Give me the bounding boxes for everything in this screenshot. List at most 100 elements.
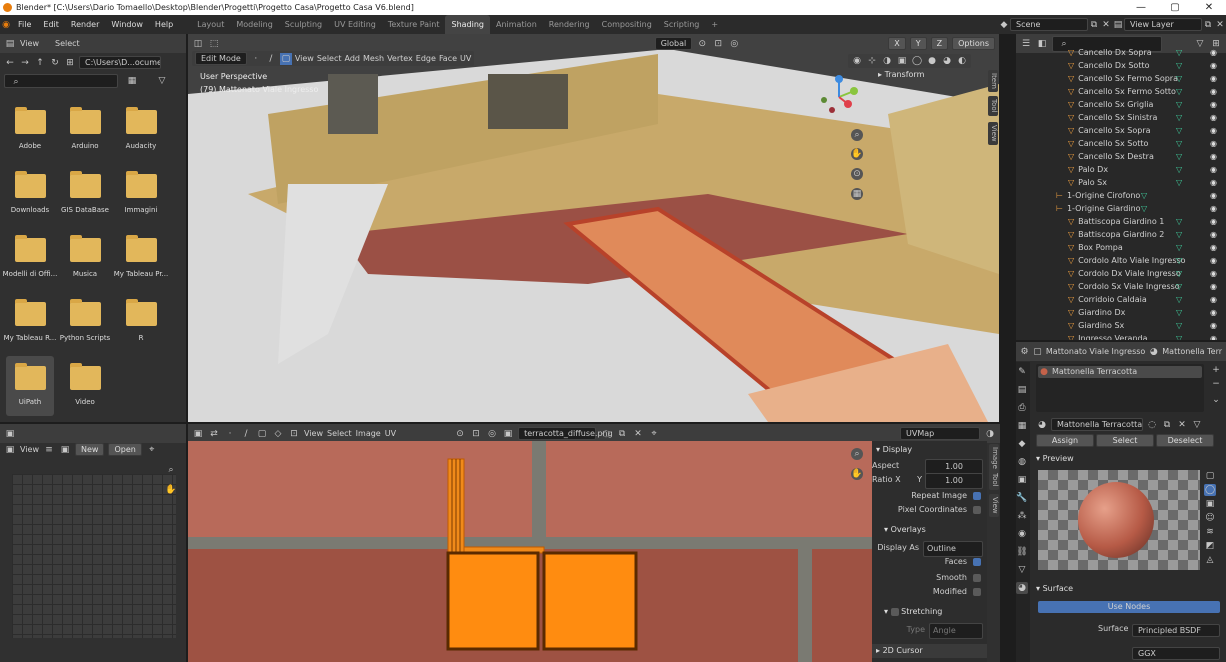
visibility-eye-icon[interactable]: ◉ <box>1210 306 1217 319</box>
open-image-button[interactable]: Open <box>108 443 142 456</box>
surface-panel-header[interactable]: ▾ Surface <box>1036 584 1073 593</box>
mesh-data-icon[interactable]: ▽ <box>1176 280 1182 293</box>
vp-menu-face[interactable]: Face <box>439 54 457 63</box>
visibility-eye-icon[interactable]: ◉ <box>1210 267 1217 280</box>
scene-selector[interactable]: Scene <box>1010 18 1088 31</box>
uv-island-mode-icon[interactable]: ◇ <box>272 428 284 440</box>
folder-python-scripts[interactable]: Python Scripts <box>55 299 115 342</box>
vp-menu-add[interactable]: Add <box>345 54 361 63</box>
rendered-shading-icon[interactable]: ◐ <box>956 55 968 67</box>
material-slot-row[interactable]: ● Mattonella Terracotta <box>1038 366 1202 378</box>
uv-snap-icon[interactable]: ⊡ <box>470 428 482 440</box>
stretch-type-dropdown[interactable]: Angle <box>929 623 983 639</box>
folder-downloads[interactable]: Downloads <box>0 171 60 214</box>
mode-selector[interactable]: Edit Mode <box>195 52 247 65</box>
data-tab-icon[interactable]: ▽ <box>1016 564 1028 576</box>
particles-tab-icon[interactable]: ⁂ <box>1016 510 1028 522</box>
tab-layout[interactable]: Layout <box>191 15 230 34</box>
outliner-item[interactable]: ▽ Cordolo Alto Viale Ingresso ▽ ◉ <box>1016 254 1226 267</box>
outliner-item[interactable]: ▽ Cancello Sx Fermo Sotto ▽ ◉ <box>1016 85 1226 98</box>
sync-selection-icon[interactable]: ⇄ <box>208 428 220 440</box>
tab-shading[interactable]: Shading <box>445 15 490 34</box>
overlay-icon[interactable]: ◑ <box>881 55 893 67</box>
preview-monkey-icon[interactable]: ☺ <box>1204 512 1216 524</box>
slot-specials-icon[interactable]: ⌄ <box>1210 394 1222 406</box>
visibility-eye-icon[interactable]: ◉ <box>1210 215 1217 228</box>
outliner-item[interactable]: ▽ Cancello Dx Sopra ▽ ◉ <box>1016 46 1226 59</box>
mesh-data-icon[interactable]: ▽ <box>1176 176 1182 189</box>
outliner-item[interactable]: ▽ Cancello Sx Fermo Sopra ▽ ◉ <box>1016 72 1226 85</box>
pin-icon[interactable]: ⌖ <box>146 444 158 456</box>
visibility-eye-icon[interactable]: ◉ <box>1210 241 1217 254</box>
outliner-item[interactable]: ▽ Box Pompa ▽ ◉ <box>1016 241 1226 254</box>
modifier-tab-icon[interactable]: 🔧 <box>1016 492 1028 504</box>
material-close-icon[interactable]: ✕ <box>1176 419 1188 431</box>
repeat-image-row[interactable]: Repeat Image <box>872 489 987 503</box>
vp-menu-mesh[interactable]: Mesh <box>363 54 384 63</box>
visibility-eye-icon[interactable]: ◉ <box>1210 137 1217 150</box>
stretching-panel-header[interactable]: ▾ Stretching <box>872 605 987 619</box>
xyz-y[interactable]: Y <box>909 37 927 50</box>
uv-menu-view[interactable]: View <box>304 429 323 438</box>
transform-orientation[interactable]: Global <box>654 37 693 50</box>
tab-tool[interactable]: Tool <box>988 96 998 116</box>
tool-tab-icon[interactable]: ✎ <box>1016 366 1028 378</box>
file-menu-select[interactable]: Select <box>55 39 80 48</box>
uv-vertex-mode-icon[interactable]: · <box>224 428 236 440</box>
new-image-button[interactable]: New <box>74 443 105 456</box>
image-name-field[interactable]: terracotta_diffuse.png <box>518 427 613 440</box>
minimize-button[interactable]: — <box>1124 0 1158 15</box>
folder-my-tableau-r[interactable]: My Tableau R... <box>0 299 60 342</box>
zoom-icon[interactable]: ⌕ <box>165 464 177 476</box>
mesh-data-icon[interactable]: ▽ <box>1176 137 1182 150</box>
visibility-eye-icon[interactable]: ◉ <box>1210 46 1217 59</box>
tab-view[interactable]: View <box>988 122 998 145</box>
faces-row[interactable]: Faces <box>872 555 987 569</box>
display-mode-icon[interactable]: ▦ <box>126 75 138 87</box>
mesh-data-icon[interactable]: ▽ <box>1176 319 1182 332</box>
vp-menu-edge[interactable]: Edge <box>416 54 436 63</box>
image-browse-icon[interactable]: ▣ <box>59 444 71 456</box>
outliner-item[interactable]: ▽ Cancello Sx Destra ▽ ◉ <box>1016 150 1226 163</box>
mesh-data-icon[interactable]: ▽ <box>1176 72 1182 85</box>
menu-edit[interactable]: Edit <box>37 20 65 29</box>
blender-menu-icon[interactable]: ◉ <box>0 19 12 31</box>
display-panel-header[interactable]: ▾ Display <box>872 443 987 457</box>
visibility-eye-icon[interactable]: ◉ <box>1210 111 1217 124</box>
mesh-data-icon[interactable]: ▽ <box>1176 46 1182 59</box>
uv-proportional-icon[interactable]: ◎ <box>486 428 498 440</box>
navigation-gizmo[interactable] <box>816 74 862 120</box>
menu-window[interactable]: Window <box>105 20 149 29</box>
hand-pan-icon[interactable]: ✋ <box>165 484 177 496</box>
visibility-eye-icon[interactable]: ◉ <box>1210 319 1217 332</box>
world-tab-icon[interactable]: ◍ <box>1016 456 1028 468</box>
material-tab-icon[interactable]: ◕ <box>1016 582 1028 594</box>
visibility-eye-icon[interactable]: ◉ <box>1210 124 1217 137</box>
aspect-y-field[interactable]: 1.00 <box>925 473 983 489</box>
mesh-data-icon[interactable]: ▽ <box>1176 163 1182 176</box>
xyz-x[interactable]: X <box>888 37 906 50</box>
visibility-eye-icon[interactable]: ◉ <box>1210 163 1217 176</box>
visibility-eye-icon[interactable]: ◉ <box>1210 72 1217 85</box>
tab-uv-tool[interactable]: Tool <box>989 470 999 490</box>
visibility-eye-icon[interactable]: ◉ <box>1210 293 1217 306</box>
visibility-eye-icon[interactable]: ◉ <box>1210 98 1217 111</box>
tab-item[interactable]: Item <box>988 70 998 92</box>
visibility-eye-icon[interactable]: ◉ <box>1210 254 1217 267</box>
menu-file[interactable]: File <box>12 20 37 29</box>
preview-panel-header[interactable]: ▾ Preview <box>1036 454 1074 463</box>
outliner-item[interactable]: ▽ Giardino Dx ▽ ◉ <box>1016 306 1226 319</box>
material-copy-icon[interactable]: ⧉ <box>1161 419 1173 431</box>
tab-texture-paint[interactable]: Texture Paint <box>382 15 446 34</box>
uv-menu-image[interactable]: Image <box>356 429 381 438</box>
vp-menu-select[interactable]: Select <box>317 54 342 63</box>
outliner-item[interactable]: ▽ Ingresso Veranda ▽ ◉ <box>1016 332 1226 340</box>
outliner-item[interactable]: ▽ Corridoio Caldaia ▽ ◉ <box>1016 293 1226 306</box>
visibility-icon[interactable]: ◉ <box>851 55 863 67</box>
folder-audacity[interactable]: Audacity <box>111 107 171 150</box>
editor-type-icon[interactable]: ▤ <box>4 38 16 50</box>
modified-row[interactable]: Modified <box>872 585 987 599</box>
mesh-data-icon[interactable]: ▽ <box>1176 98 1182 111</box>
folder-modelli[interactable]: Modelli di Offi... <box>0 235 60 278</box>
visibility-eye-icon[interactable]: ◉ <box>1210 150 1217 163</box>
